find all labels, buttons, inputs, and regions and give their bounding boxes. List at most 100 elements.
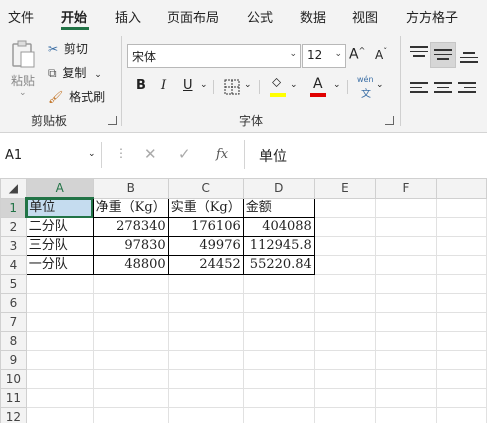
underline-dropdown-icon[interactable]: ⌄ <box>200 80 208 90</box>
tab-fangfang[interactable]: 方方格子 <box>406 7 458 26</box>
cell-C2[interactable]: 176106 <box>167 217 244 237</box>
cell[interactable] <box>92 293 169 313</box>
border-dropdown-icon[interactable]: ⌄ <box>244 80 252 90</box>
formula-input[interactable]: 单位 <box>244 140 487 169</box>
cell[interactable] <box>374 312 438 332</box>
tab-home[interactable]: 开始 <box>61 7 87 26</box>
cell[interactable] <box>167 274 244 294</box>
cell[interactable] <box>25 312 94 332</box>
cell[interactable] <box>374 236 438 256</box>
cell[interactable] <box>25 331 94 351</box>
cell[interactable] <box>92 369 169 389</box>
font-color-dropdown-icon[interactable]: ⌄ <box>333 80 341 90</box>
align-top-icon[interactable] <box>410 46 428 62</box>
font-size-select[interactable]: 12 ⌄ <box>302 44 346 68</box>
paste-dropdown-icon[interactable]: ⌄ <box>19 88 27 98</box>
cell[interactable] <box>25 350 94 370</box>
insert-function-button[interactable]: fx <box>216 147 228 162</box>
cut-button[interactable]: ✂ 剪切 <box>48 40 88 57</box>
cell-D2[interactable]: 404088 <box>242 217 315 237</box>
name-box[interactable]: A1 ⌄ <box>0 142 102 168</box>
cell[interactable] <box>374 331 438 351</box>
column-header[interactable]: A <box>25 178 94 199</box>
cell-D1[interactable]: 金额 <box>242 197 315 218</box>
row-header[interactable]: 6 <box>0 293 27 313</box>
cell-C4[interactable]: 24452 <box>167 255 244 275</box>
row-header[interactable]: 4 <box>0 255 27 275</box>
cell[interactable] <box>242 369 315 389</box>
row-header[interactable]: 7 <box>0 312 27 332</box>
cell[interactable] <box>167 369 244 389</box>
cell[interactable] <box>242 274 315 294</box>
tab-page-layout[interactable]: 页面布局 <box>167 7 219 26</box>
cell[interactable] <box>25 274 94 294</box>
phonetic-guide-top[interactable]: wén <box>357 75 374 84</box>
cell[interactable] <box>436 331 487 351</box>
row-header[interactable]: 9 <box>0 350 27 370</box>
enter-icon[interactable]: ✓ <box>178 145 191 163</box>
cell[interactable] <box>92 407 169 423</box>
cell[interactable] <box>242 293 315 313</box>
cell[interactable] <box>25 293 94 313</box>
cell[interactable] <box>92 388 169 408</box>
cell[interactable] <box>374 350 438 370</box>
cell[interactable] <box>92 274 169 294</box>
paste-icon[interactable] <box>10 40 36 70</box>
cell[interactable] <box>313 369 376 389</box>
tab-file[interactable]: 文件 <box>8 7 34 26</box>
cell-C3[interactable]: 49976 <box>167 236 244 256</box>
font-color-icon[interactable]: A <box>313 76 323 92</box>
cell[interactable] <box>167 407 244 423</box>
cell-B2[interactable]: 278340 <box>92 217 169 237</box>
cell[interactable] <box>436 293 487 313</box>
border-icon[interactable] <box>224 79 240 95</box>
cell[interactable] <box>313 255 376 275</box>
chevron-down-icon[interactable]: ⌄ <box>88 149 96 159</box>
fill-color-dropdown-icon[interactable]: ⌄ <box>290 80 298 90</box>
cell-C1[interactable]: 实重（Kg） <box>167 197 244 218</box>
cell[interactable] <box>374 197 438 218</box>
row-header[interactable]: 12 <box>0 407 27 423</box>
cancel-icon[interactable]: ✕ <box>144 145 157 163</box>
cell[interactable] <box>436 217 487 237</box>
cell[interactable] <box>313 217 376 237</box>
align-bottom-icon[interactable] <box>460 52 478 68</box>
column-header[interactable]: E <box>313 178 376 199</box>
cell-B4[interactable]: 48800 <box>92 255 169 275</box>
cell-B3[interactable]: 97830 <box>92 236 169 256</box>
cell[interactable] <box>167 312 244 332</box>
paste-button[interactable]: 粘贴 <box>11 72 35 89</box>
cell[interactable] <box>436 197 487 218</box>
cell[interactable] <box>313 197 376 218</box>
cell[interactable] <box>92 331 169 351</box>
cell[interactable] <box>313 236 376 256</box>
more-options-icon[interactable]: ⋮ <box>115 146 127 160</box>
fill-color-icon[interactable]: ⬦ <box>272 75 281 90</box>
cell[interactable] <box>92 312 169 332</box>
row-header[interactable]: 3 <box>0 236 27 256</box>
align-right-icon[interactable] <box>458 82 476 98</box>
row-header[interactable]: 2 <box>0 217 27 237</box>
cell[interactable] <box>242 407 315 423</box>
grow-font-button[interactable]: A^ <box>349 46 365 63</box>
cell[interactable] <box>313 312 376 332</box>
cell[interactable] <box>313 293 376 313</box>
cell[interactable] <box>436 369 487 389</box>
cell-D4[interactable]: 55220.84 <box>242 255 315 275</box>
cell-A1[interactable]: 单位 <box>25 197 94 218</box>
cell[interactable] <box>25 369 94 389</box>
cell[interactable] <box>313 274 376 294</box>
clipboard-dialog-launcher-icon[interactable] <box>108 116 117 125</box>
cell[interactable] <box>436 236 487 256</box>
cell[interactable] <box>167 350 244 370</box>
tab-data[interactable]: 数据 <box>300 7 326 26</box>
format-painter-button[interactable]: 🖌 格式刷 <box>48 88 105 105</box>
shrink-font-button[interactable]: Aˇ <box>375 47 387 62</box>
column-header[interactable] <box>436 178 487 199</box>
row-header[interactable]: 1 <box>0 197 28 218</box>
align-center-icon[interactable] <box>434 82 452 98</box>
cell[interactable] <box>25 388 94 408</box>
column-header[interactable]: B <box>92 178 169 199</box>
cell[interactable] <box>167 293 244 313</box>
row-header[interactable]: 10 <box>0 369 27 389</box>
